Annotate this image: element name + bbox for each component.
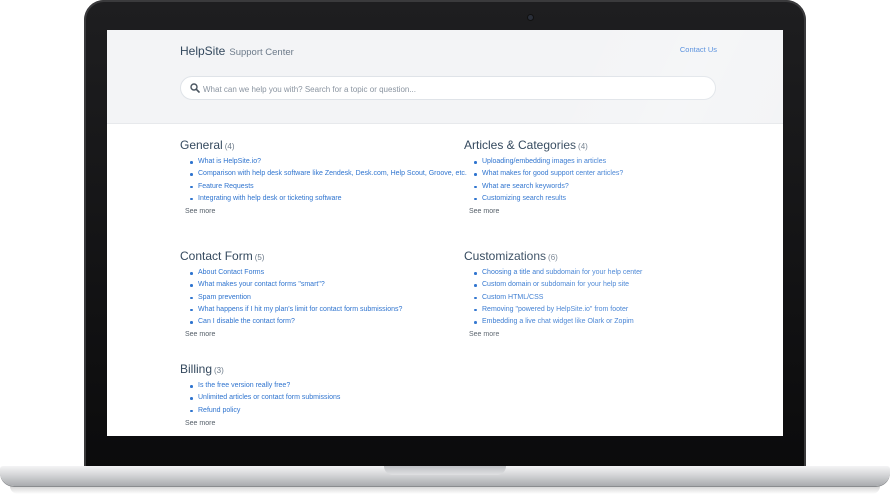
category-count: (3): [214, 366, 224, 375]
article-link[interactable]: Integrating with help desk or ticketing …: [198, 195, 342, 202]
category-customizations: Customizations (6) Choosing a title and s…: [464, 249, 754, 338]
article-item: Custom HTML/CSS: [474, 292, 754, 304]
article-item: What makes for good support center artic…: [474, 168, 754, 180]
article-link[interactable]: Can I disable the contact form?: [198, 318, 295, 325]
article-list: Choosing a title and subdomain for your …: [464, 267, 754, 328]
article-item: Unlimited articles or contact form submi…: [190, 392, 470, 404]
article-item: Customizing search results: [474, 193, 754, 205]
see-more-link[interactable]: See more: [185, 208, 470, 215]
article-item: Spam prevention: [190, 292, 470, 304]
article-item: Comparison with help desk software like …: [190, 168, 470, 180]
laptop-screen: HelpSiteSupport Center Contact Us Genera…: [107, 30, 783, 436]
article-item: What are search keywords?: [474, 181, 754, 193]
article-link[interactable]: Unlimited articles or contact form submi…: [198, 394, 340, 401]
article-link[interactable]: Uploading/embedding images in articles: [482, 158, 606, 165]
article-link[interactable]: Feature Requests: [198, 183, 254, 190]
category-articles-categories: Articles & Categories (4) Uploading/embed…: [464, 138, 754, 215]
article-item: Uploading/embedding images in articles: [474, 156, 754, 168]
laptop-shadow: [10, 486, 880, 494]
category-title[interactable]: Articles & Categories (4): [464, 138, 754, 152]
article-link[interactable]: What is HelpSite.io?: [198, 158, 261, 165]
article-list: What is HelpSite.io? Comparison with hel…: [180, 156, 470, 205]
article-link[interactable]: Custom domain or subdomain for your help…: [482, 281, 629, 288]
brand-name: HelpSite: [180, 44, 226, 58]
article-list: Uploading/embedding images in articles W…: [464, 156, 754, 205]
article-item: What happens if I hit my plan's limit fo…: [190, 304, 470, 316]
article-item: Is the free version really free?: [190, 380, 470, 392]
category-title[interactable]: General (4): [180, 138, 470, 152]
article-item: Removing "powered by HelpSite.io" from f…: [474, 304, 754, 316]
article-link[interactable]: Comparison with help desk software like …: [198, 170, 467, 177]
category-billing: Billing (3) Is the free version really fr…: [180, 362, 470, 427]
category-count: (6): [548, 253, 558, 262]
article-item: What is HelpSite.io?: [190, 156, 470, 168]
article-item: About Contact Forms: [190, 267, 470, 279]
article-item: Custom domain or subdomain for your help…: [474, 279, 754, 291]
article-link[interactable]: Is the free version really free?: [198, 382, 290, 389]
article-link[interactable]: What makes for good support center artic…: [482, 170, 623, 177]
article-link[interactable]: Spam prevention: [198, 294, 251, 301]
category-title[interactable]: Contact Form (5): [180, 249, 470, 263]
article-item: Feature Requests: [190, 181, 470, 193]
article-item: What makes your contact forms "smart"?: [190, 279, 470, 291]
camera-dot: [528, 15, 533, 20]
search-icon: [190, 83, 200, 93]
article-link[interactable]: Removing "powered by HelpSite.io" from f…: [482, 306, 628, 313]
article-item: Refund policy: [190, 405, 470, 417]
see-more-link[interactable]: See more: [469, 331, 754, 338]
article-item: Integrating with help desk or ticketing …: [190, 193, 470, 205]
see-more-link[interactable]: See more: [185, 420, 470, 427]
category-count: (5): [254, 253, 265, 262]
see-more-link[interactable]: See more: [185, 331, 470, 338]
brand-subtitle: Support Center: [229, 47, 294, 58]
category-title[interactable]: Billing (3): [180, 362, 470, 376]
brand[interactable]: HelpSite Support Center: [180, 42, 294, 60]
category-count: (4): [578, 142, 588, 151]
article-link[interactable]: Customizing search results: [482, 195, 566, 202]
category-general: General (4) What is HelpSite.io? Comparis…: [180, 138, 470, 215]
article-link[interactable]: Choosing a title and subdomain for your …: [482, 269, 642, 276]
hero-header: HelpSite Support Center Contact Us: [107, 30, 783, 124]
article-link[interactable]: What are search keywords?: [482, 183, 569, 190]
search-bar[interactable]: [180, 76, 716, 101]
article-list: Is the free version really free? Unlimit…: [180, 380, 470, 417]
article-list: About Contact Forms What makes your cont…: [180, 267, 470, 328]
category-count: (4): [224, 142, 235, 151]
article-link[interactable]: Embedding a live chat widget like Olark …: [482, 318, 634, 325]
article-link[interactable]: What happens if I hit my plan's limit fo…: [198, 306, 402, 313]
article-link[interactable]: Custom HTML/CSS: [482, 294, 543, 301]
search-input[interactable]: [201, 77, 705, 101]
category-contact-form: Contact Form (5) About Contact Forms What…: [180, 249, 470, 338]
laptop-notch: [384, 466, 506, 475]
contact-us-link[interactable]: Contact Us: [680, 45, 717, 54]
category-title[interactable]: Customizations (6): [464, 249, 754, 263]
article-link[interactable]: What makes your contact forms "smart"?: [198, 281, 325, 288]
article-link[interactable]: About Contact Forms: [198, 269, 264, 276]
see-more-link[interactable]: See more: [469, 208, 754, 215]
article-link[interactable]: Refund policy: [198, 407, 240, 414]
article-item: Embedding a live chat widget like Olark …: [474, 316, 754, 328]
article-item: Choosing a title and subdomain for your …: [474, 267, 754, 279]
article-item: Can I disable the contact form?: [190, 316, 470, 328]
